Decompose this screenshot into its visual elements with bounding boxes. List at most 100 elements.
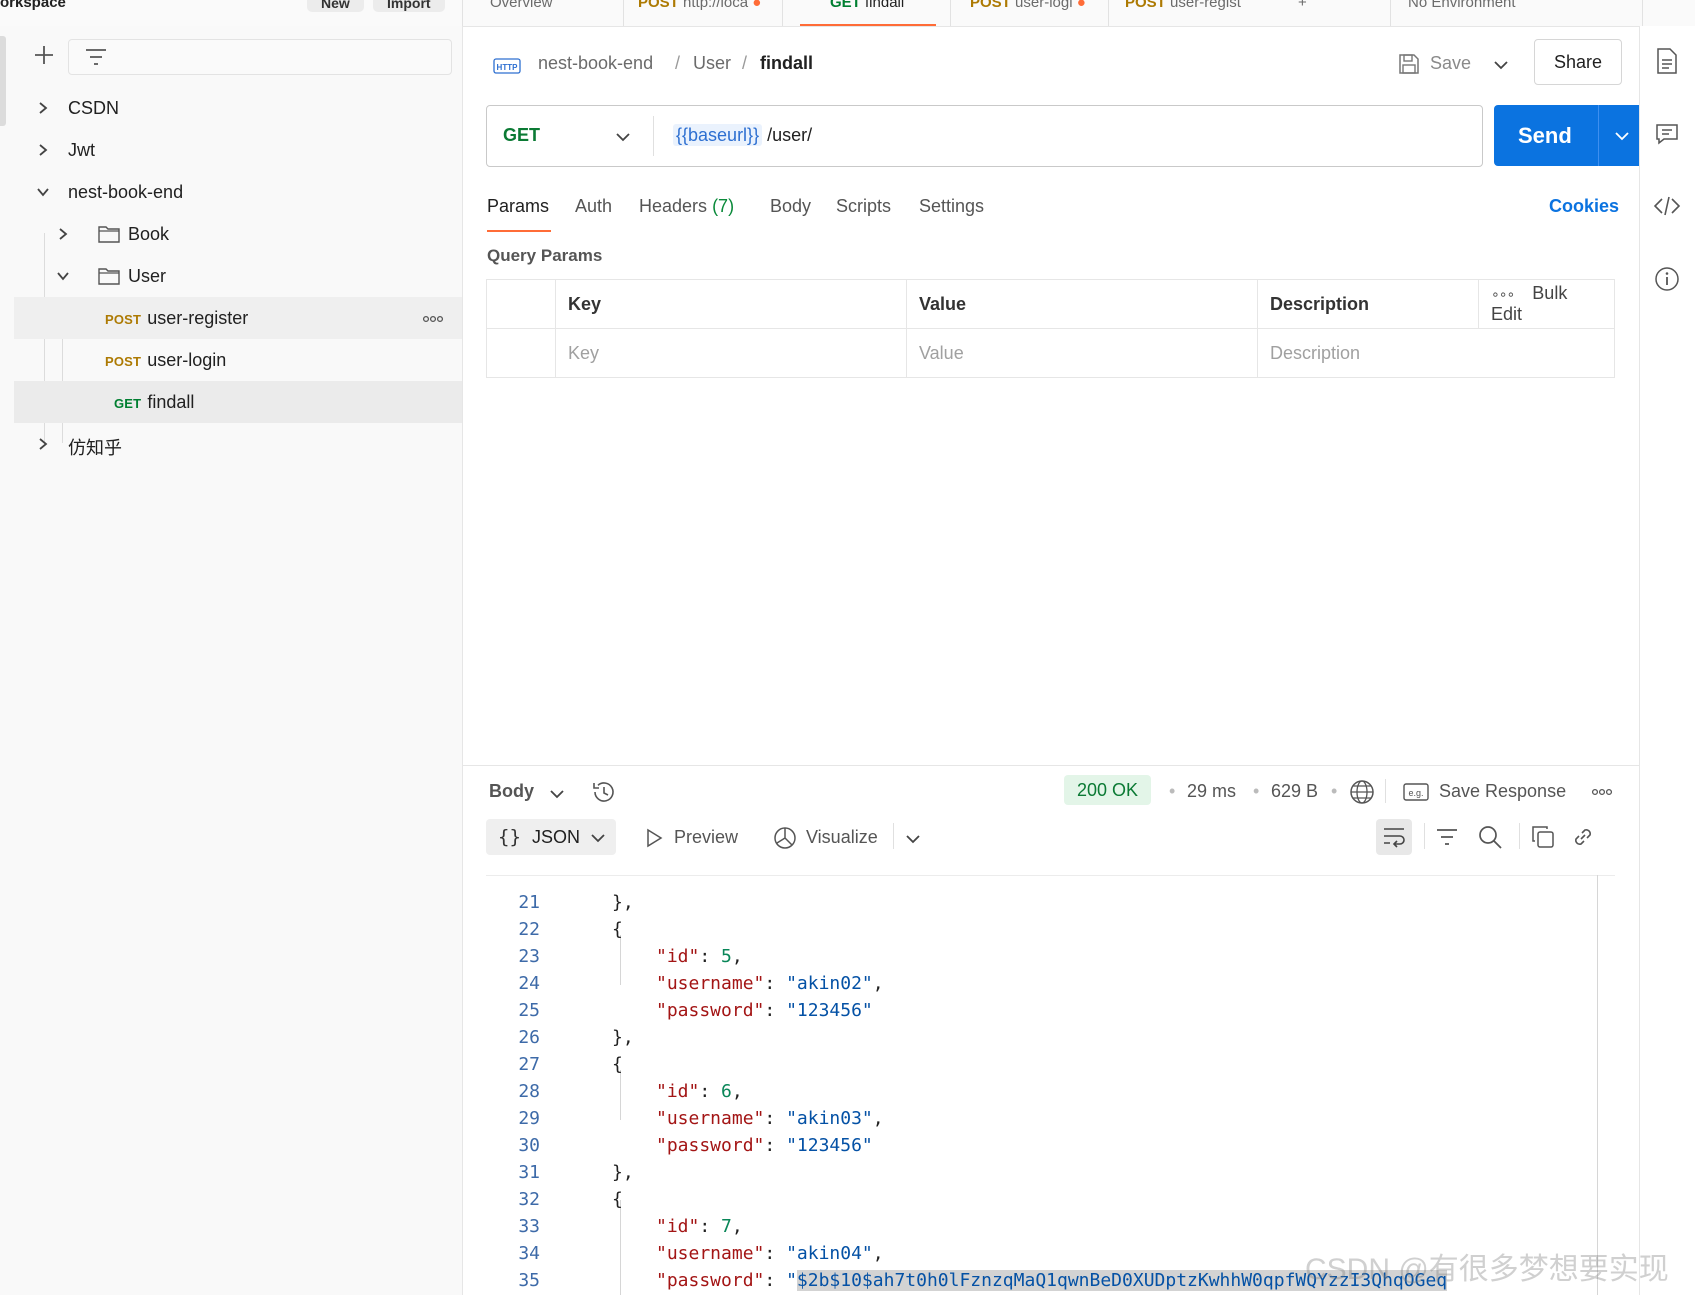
documentation-icon[interactable] xyxy=(1656,48,1678,74)
response-time: 29 ms xyxy=(1187,781,1237,801)
chevron-right-icon[interactable] xyxy=(36,437,50,451)
play-icon[interactable] xyxy=(645,828,663,848)
active-tab-indicator xyxy=(487,230,551,232)
chevron-down-icon[interactable] xyxy=(590,832,606,844)
folder-icon xyxy=(98,224,120,244)
code-line: 28 "id": 6, xyxy=(518,1081,743,1102)
chevron-down-icon[interactable] xyxy=(905,833,921,845)
tab-overview[interactable]: Overview xyxy=(490,0,553,11)
chevron-down-icon[interactable] xyxy=(1493,59,1509,71)
more-options-icon[interactable] xyxy=(1591,788,1613,796)
sidebar-item-user[interactable]: User xyxy=(14,255,462,297)
history-icon[interactable] xyxy=(591,779,617,805)
tab-auth[interactable]: Auth xyxy=(575,196,612,217)
method-badge: GET xyxy=(114,396,142,411)
code-line: 30 "password": "123456" xyxy=(518,1135,873,1156)
sidebar-rail xyxy=(0,36,6,126)
tab-post-user-register[interactable]: POST user-regist xyxy=(1125,0,1241,11)
link-icon[interactable] xyxy=(1571,825,1595,849)
new-button[interactable]: New xyxy=(307,0,364,12)
add-icon[interactable] xyxy=(33,44,55,66)
bulk-edit-cell: ∘∘∘ Bulk Edit xyxy=(1478,279,1615,329)
send-button[interactable]: Send xyxy=(1518,123,1572,149)
description-input[interactable]: Description xyxy=(1257,328,1615,378)
code-line: 24 "username": "akin02", xyxy=(518,973,884,994)
tab-params[interactable]: Params xyxy=(487,196,549,217)
code-icon[interactable] xyxy=(1653,194,1681,218)
visualize-button[interactable]: Visualize xyxy=(806,827,878,848)
sidebar-item-label: User xyxy=(128,266,167,286)
tab-headers[interactable]: Headers (7) xyxy=(639,196,734,217)
column-header-value: Value xyxy=(906,279,1258,329)
watermark: CSDN @有很多梦想要实现 xyxy=(1305,1253,1669,1286)
chevron-right-icon[interactable] xyxy=(36,101,50,115)
sidebar-item-user-register[interactable]: POST user-register xyxy=(14,297,462,339)
tab-post-user-login[interactable]: POST user-logi ● xyxy=(970,0,1086,11)
more-options-icon[interactable] xyxy=(422,315,444,323)
import-button[interactable]: Import xyxy=(373,0,445,12)
page-title: findall xyxy=(760,53,813,73)
save-response-button[interactable]: Save Response xyxy=(1439,781,1566,802)
chevron-down-icon[interactable] xyxy=(56,269,70,283)
workspace-title: orkspace xyxy=(0,0,66,11)
search-icon[interactable] xyxy=(1477,824,1503,850)
filter-box[interactable] xyxy=(68,39,452,75)
value-input[interactable]: Value xyxy=(906,328,1258,378)
tab-get-findall[interactable]: GET findall xyxy=(830,0,904,11)
table-row: Key Value Description xyxy=(486,328,1615,378)
url-input[interactable]: {{baseurl}} /user/ xyxy=(673,124,812,146)
sidebar-item-label: Jwt xyxy=(68,140,95,160)
query-params-title: Query Params xyxy=(487,246,603,265)
response-code-viewer[interactable]: " 21}, 22{ 23"id": 5, 24"username": "aki… xyxy=(486,875,1615,1295)
share-button[interactable]: Share xyxy=(1534,39,1622,85)
sidebar-item-jwt[interactable]: Jwt xyxy=(14,129,462,171)
tab-body[interactable]: Body xyxy=(770,196,811,217)
sidebar-item-csdn[interactable]: CSDN xyxy=(14,87,462,129)
send-button-group: Send xyxy=(1494,105,1645,166)
tab-post-localhost[interactable]: POST http://loca ● xyxy=(638,0,761,11)
wrap-lines-toggle[interactable] xyxy=(1376,819,1412,855)
sidebar-item-label: Book xyxy=(128,224,170,244)
cookies-link[interactable]: Cookies xyxy=(1549,196,1619,217)
chevron-right-icon[interactable] xyxy=(36,143,50,157)
tab-scripts[interactable]: Scripts xyxy=(836,196,891,217)
chevron-down-icon[interactable] xyxy=(549,788,565,800)
code-line: 22{ xyxy=(518,919,623,940)
code-line: 33 "id": 7, xyxy=(518,1216,743,1237)
chevron-down-icon[interactable] xyxy=(36,185,50,199)
filter-icon[interactable] xyxy=(1436,827,1458,847)
sidebar-item-book[interactable]: Book xyxy=(14,213,462,255)
column-header-key: Key xyxy=(555,279,907,329)
response-body-selector[interactable]: Body xyxy=(489,781,534,802)
more-options-icon[interactable]: ∘∘∘ xyxy=(1491,286,1515,302)
format-selector[interactable]: {} JSON xyxy=(486,819,616,855)
tab-settings[interactable]: Settings xyxy=(919,196,984,217)
right-rail xyxy=(1639,26,1695,1295)
sidebar-item-label: nest-book-end xyxy=(68,182,184,202)
key-input[interactable]: Key xyxy=(555,328,907,378)
sidebar-item-label: user-register xyxy=(147,308,249,328)
comments-icon[interactable] xyxy=(1655,122,1679,146)
breadcrumb-collection[interactable]: nest-book-end xyxy=(538,53,653,74)
info-icon[interactable] xyxy=(1654,266,1680,292)
save-response-icon[interactable]: e.g. xyxy=(1403,783,1429,801)
filter-icon[interactable] xyxy=(85,47,107,67)
add-tab-icon[interactable]: + xyxy=(1298,0,1307,11)
preview-button[interactable]: Preview xyxy=(674,827,738,848)
save-icon[interactable] xyxy=(1397,52,1421,76)
code-line: 25 "password": "123456" xyxy=(518,1000,873,1021)
send-options-chevron-icon[interactable] xyxy=(1614,130,1630,142)
breadcrumb-folder[interactable]: User xyxy=(693,53,731,74)
chevron-down-icon[interactable] xyxy=(615,131,631,143)
visualize-icon[interactable] xyxy=(772,825,798,851)
save-button[interactable]: Save xyxy=(1430,53,1471,74)
method-select[interactable]: GET xyxy=(503,125,540,146)
sidebar-item-zhihu[interactable]: 仿知乎 xyxy=(14,423,462,465)
chevron-right-icon[interactable] xyxy=(56,227,70,241)
sidebar-item-findall[interactable]: GET findall xyxy=(14,381,462,423)
sidebar-item-nest-book-end[interactable]: nest-book-end xyxy=(14,171,462,213)
globe-icon[interactable] xyxy=(1349,779,1375,805)
copy-icon[interactable] xyxy=(1531,825,1555,849)
environment-selector[interactable]: No Environment xyxy=(1408,0,1516,11)
sidebar-item-user-login[interactable]: POST user-login xyxy=(14,339,462,381)
